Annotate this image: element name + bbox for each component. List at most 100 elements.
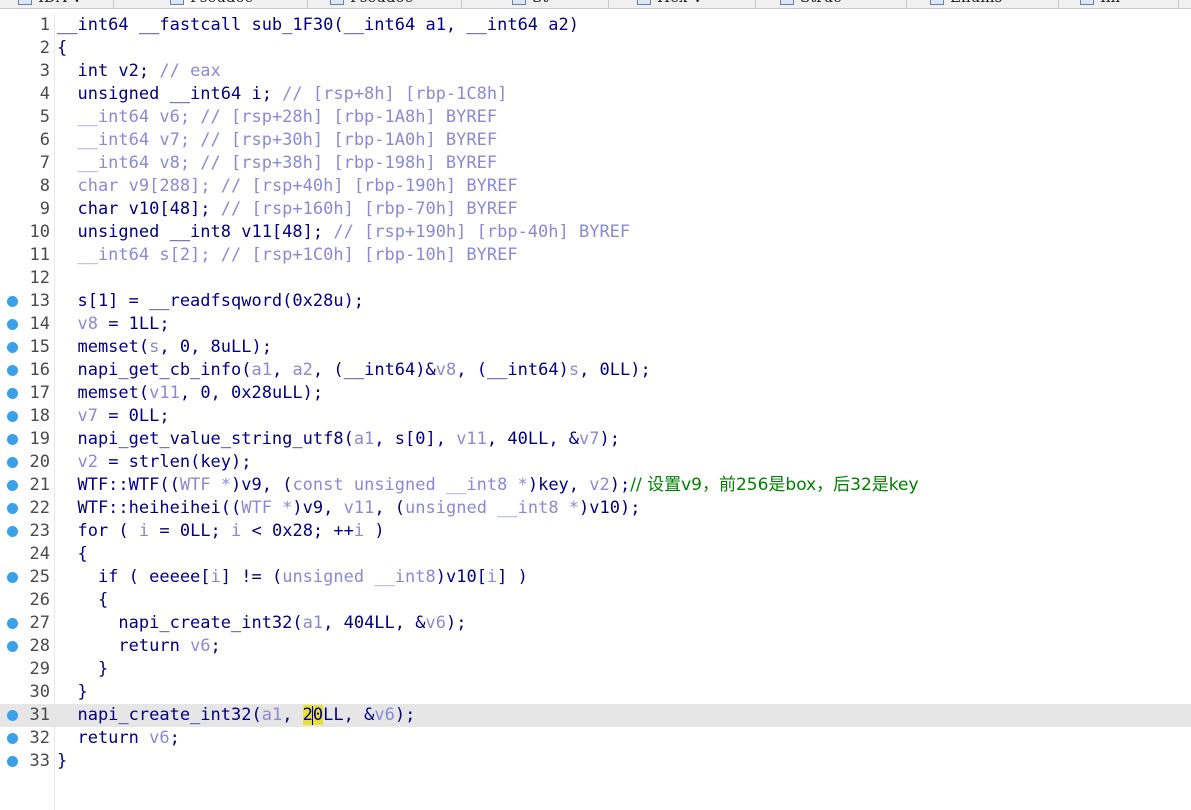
breakpoint-dot-icon[interactable] <box>7 710 18 721</box>
code-line-10[interactable]: 10 unsigned __int8 v11[48]; // [rsp+190h… <box>0 221 1191 244</box>
tab-view-icon <box>18 0 32 5</box>
code-token: v7 <box>579 429 600 449</box>
breakpoint-dot-icon[interactable] <box>7 618 18 629</box>
code-line-31[interactable]: 31 napi_create_int32(a1, 20LL, &v6); <box>0 704 1191 727</box>
code-token: = 0LL; <box>97 406 170 426</box>
code-text: return v6; <box>57 635 220 658</box>
code-text: v7 = 0LL; <box>57 405 170 428</box>
code-token: return <box>57 728 150 748</box>
code-line-24[interactable]: 24 { <box>0 543 1191 566</box>
code-token: a1 <box>353 429 375 449</box>
code-line-16[interactable]: 16 napi_get_cb_info(a1, a2, (__int64)&v8… <box>0 359 1191 382</box>
code-token: v7 <box>77 406 98 426</box>
code-line-14[interactable]: 14 v8 = 1LL; <box>0 313 1191 336</box>
code-line-2[interactable]: 2{ <box>0 37 1191 60</box>
breakpoint-dot-icon[interactable] <box>7 526 18 537</box>
code-token: , 404LL, & <box>323 613 426 633</box>
tab-separator <box>755 0 756 8</box>
tab-0[interactable]: IDA V <box>18 0 82 7</box>
code-line-28[interactable]: 28 return v6; <box>0 635 1191 658</box>
code-line-19[interactable]: 19 napi_get_value_string_utf8(a1, s[0], … <box>0 428 1191 451</box>
line-number: 4 <box>39 84 50 104</box>
code-token: ); <box>599 429 620 449</box>
code-token: v6 <box>149 728 170 748</box>
code-token: s <box>149 337 160 357</box>
code-line-18[interactable]: 18 v7 = 0LL; <box>0 405 1191 428</box>
code-token: v6 <box>425 613 446 633</box>
line-number: 8 <box>39 176 50 196</box>
breakpoint-dot-icon[interactable] <box>7 434 18 445</box>
code-text: if ( eeeee[i] != (unsigned __int8)v10[i]… <box>57 566 528 589</box>
breakpoint-dot-icon[interactable] <box>7 733 18 744</box>
breakpoint-dot-icon[interactable] <box>7 457 18 468</box>
tab-3[interactable]: St <box>512 0 548 7</box>
code-token: // [rsp+30h] [rbp-1A0h] BYREF <box>200 130 498 150</box>
breakpoint-dot-icon[interactable] <box>7 503 18 514</box>
tab-4[interactable]: Hex V <box>637 0 703 7</box>
breakpoint-dot-icon[interactable] <box>7 411 18 422</box>
code-token: WTF * <box>241 498 293 518</box>
breakpoint-dot-icon[interactable] <box>7 572 18 583</box>
line-number: 29 <box>29 659 50 679</box>
tab-5[interactable]: Struc <box>780 0 842 7</box>
code-line-27[interactable]: 27 napi_create_int32(a1, 404LL, &v6); <box>0 612 1191 635</box>
line-number: 17 <box>29 383 50 403</box>
code-line-1[interactable]: 1 __int64 __fastcall sub_1F30(__int64 a1,… <box>0 14 1191 37</box>
code-line-21[interactable]: 21 WTF::WTF((WTF *)v9, (const unsigned _… <box>0 474 1191 497</box>
code-line-23[interactable]: 23 for ( i = 0LL; i < 0x28; ++i ) <box>0 520 1191 543</box>
code-token: )v10); <box>579 498 641 518</box>
code-line-33[interactable]: 33} <box>0 750 1191 773</box>
code-line-9[interactable]: 9 char v10[48]; // [rsp+160h] [rbp-70h] … <box>0 198 1191 221</box>
code-line-13[interactable]: 13 s[1] = __readfsqword(0x28u); <box>0 290 1191 313</box>
breakpoint-dot-icon[interactable] <box>7 319 18 330</box>
code-line-26[interactable]: 26 { <box>0 589 1191 612</box>
code-line-11[interactable]: 11 __int64 s[2]; // [rsp+1C0h] [rbp-10h]… <box>0 244 1191 267</box>
code-line-7[interactable]: 7 __int64 v8; // [rsp+38h] [rbp-198h] BY… <box>0 152 1191 175</box>
tab-1[interactable]: Pseudoc <box>170 0 253 7</box>
code-line-15[interactable]: 15 memset(s, 0, 8uLL); <box>0 336 1191 359</box>
tab-view-icon <box>330 0 344 5</box>
code-line-29[interactable]: 29 } <box>0 658 1191 681</box>
breakpoint-dot-icon[interactable] <box>7 641 18 652</box>
breakpoint-dot-icon[interactable] <box>7 342 18 353</box>
code-line-20[interactable]: 20 v2 = strlen(key); <box>0 451 1191 474</box>
breakpoint-dot-icon[interactable] <box>7 388 18 399</box>
line-number: 7 <box>39 153 50 173</box>
code-text: napi_create_int32(a1, 404LL, &v6); <box>57 612 466 635</box>
code-line-8[interactable]: 8 char v9[288]; // [rsp+40h] [rbp-190h] … <box>0 175 1191 198</box>
code-line-30[interactable]: 30 } <box>0 681 1191 704</box>
breakpoint-dot-icon[interactable] <box>7 756 18 767</box>
breakpoint-dot-icon[interactable] <box>7 480 18 491</box>
line-number: 15 <box>29 337 50 357</box>
code-token: v11 <box>456 429 487 449</box>
code-text: { <box>57 543 87 566</box>
breakpoint-dot-icon[interactable] <box>7 365 18 376</box>
code-line-5[interactable]: 5 __int64 v6; // [rsp+28h] [rbp-1A8h] BY… <box>0 106 1191 129</box>
code-token: , 0, 0x28uLL); <box>179 383 324 403</box>
code-token: ] != ( <box>220 567 283 587</box>
code-line-4[interactable]: 4 unsigned __int64 i; // [rsp+8h] [rbp-1… <box>0 83 1191 106</box>
tab-2[interactable]: Pseudoc <box>330 0 413 7</box>
code-token: __int64 __fastcall sub_1F30(__int64 a1, … <box>57 15 579 35</box>
code-token: s <box>568 360 580 380</box>
code-line-32[interactable]: 32 return v6; <box>0 727 1191 750</box>
code-line-22[interactable]: 22 WTF::heiheihei((WTF *)v9, v11, (unsig… <box>0 497 1191 520</box>
code-text: unsigned __int64 i; // [rsp+8h] [rbp-1C8… <box>57 83 507 106</box>
breakpoint-dot-icon[interactable] <box>7 296 18 307</box>
code-line-17[interactable]: 17 memset(v11, 0, 0x28uLL); <box>0 382 1191 405</box>
tab-6[interactable]: Enums <box>930 0 1002 7</box>
code-line-3[interactable]: 3 int v2; // eax <box>0 60 1191 83</box>
tab-separator <box>1058 0 1059 8</box>
code-token: unsigned __int8 v11[48]; <box>57 222 334 242</box>
code-line-12[interactable]: 12 <box>0 267 1191 290</box>
code-text: { <box>57 37 67 60</box>
line-number: 28 <box>29 636 50 656</box>
tab-7[interactable]: Im <box>1080 0 1120 7</box>
code-token: v2 <box>77 452 98 472</box>
code-line-6[interactable]: 6 __int64 v7; // [rsp+30h] [rbp-1A0h] BY… <box>0 129 1191 152</box>
code-token: v8 <box>435 360 457 380</box>
code-token: napi_create_int32( <box>57 613 303 633</box>
code-line-25[interactable]: 25 if ( eeeee[i] != (unsigned __int8)v10… <box>0 566 1191 589</box>
code-token: v11 <box>149 383 180 403</box>
line-number: 19 <box>29 429 50 449</box>
